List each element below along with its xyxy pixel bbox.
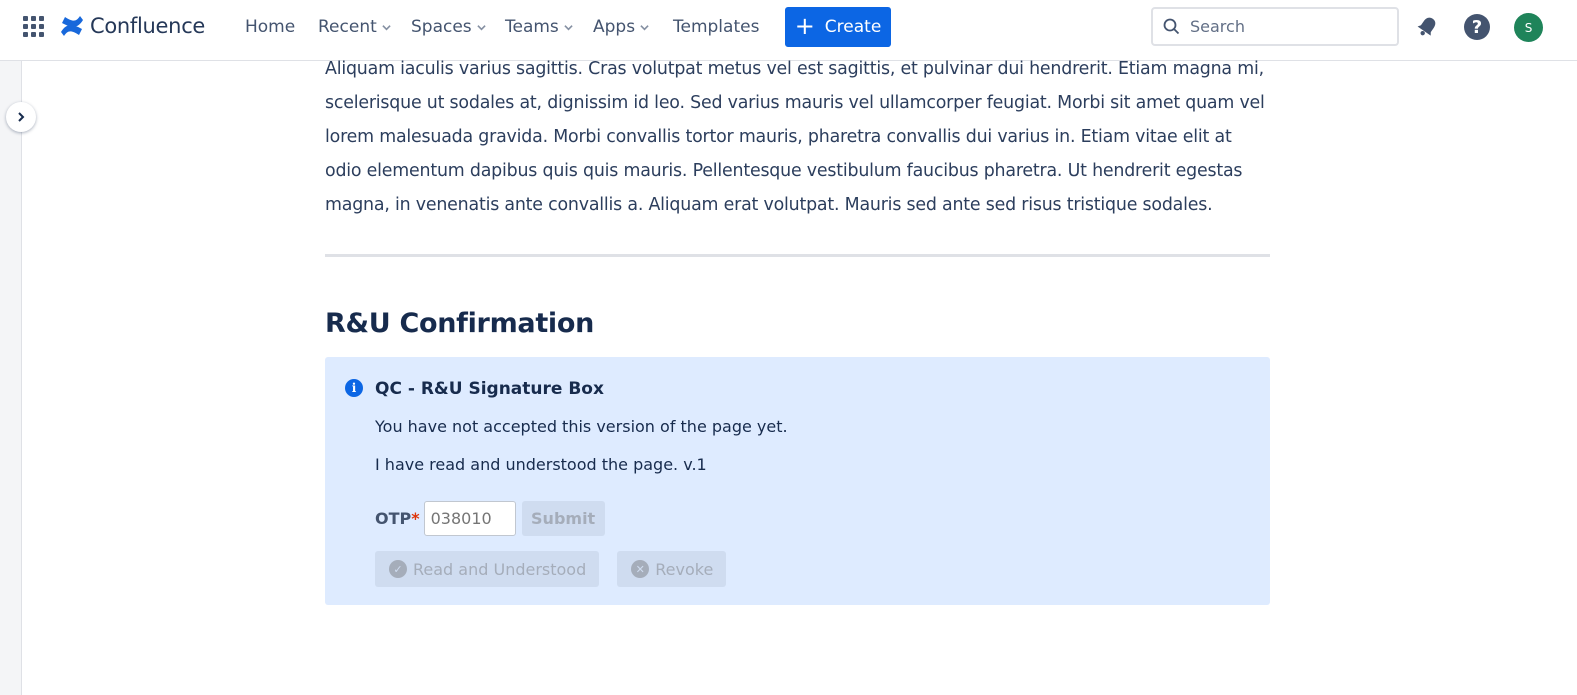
panel-title: QC - R&U Signature Box <box>375 379 604 399</box>
nav-templates-label: Templates <box>673 17 760 37</box>
confluence-logo-icon <box>61 16 83 36</box>
otp-label-text: OTP <box>375 509 412 528</box>
signature-info-panel: i QC - R&U Signature Box You have not ac… <box>325 357 1270 605</box>
help-icon[interactable]: ? <box>1464 14 1490 40</box>
nav-recent[interactable]: Recent <box>318 17 391 37</box>
app-switcher-icon[interactable] <box>23 16 44 37</box>
body-paragraph: Aliquam iaculis varius sagittis. Cras vo… <box>325 59 1265 215</box>
submit-button[interactable]: Submit <box>521 501 605 536</box>
otp-label: OTP* <box>375 509 420 528</box>
otp-row: OTP* Submit <box>375 501 605 536</box>
revoke-button[interactable]: ✕ Revoke <box>617 551 727 587</box>
confluence-logo[interactable]: Confluence <box>60 14 205 38</box>
cross-circle-icon: ✕ <box>631 560 650 578</box>
revoke-label: Revoke <box>655 559 714 579</box>
nav-home-label: Home <box>245 17 296 37</box>
search-box[interactable] <box>1151 7 1399 46</box>
info-icon: i <box>345 379 363 397</box>
nav-home[interactable]: Home <box>245 17 295 37</box>
read-and-understood-label: Read and Understood <box>413 559 587 579</box>
avatar-initial: S <box>1524 20 1533 35</box>
help-glyph: ? <box>1471 16 1483 38</box>
read-statement-text: I have read and understood the page. v.1 <box>375 455 707 474</box>
chevron-down-icon <box>476 24 486 30</box>
notifications-bell-icon[interactable] <box>1414 14 1440 40</box>
nav-templates[interactable]: Templates <box>673 17 759 37</box>
nav-apps-label: Apps <box>593 17 636 37</box>
chevron-down-icon <box>640 24 649 30</box>
horizontal-divider <box>325 254 1270 257</box>
nav-spaces[interactable]: Spaces <box>411 17 486 37</box>
create-button-label: Create <box>824 17 882 37</box>
search-input[interactable] <box>1190 17 1380 36</box>
check-circle-icon: ✓ <box>389 560 407 578</box>
page-content: Aliquam iaculis varius sagittis. Cras vo… <box>325 59 1270 605</box>
create-button[interactable]: + Create <box>785 7 891 47</box>
chevron-right-icon <box>18 112 25 122</box>
nav-recent-label: Recent <box>318 17 377 37</box>
expand-sidebar-button[interactable] <box>6 102 36 132</box>
required-mark: * <box>411 509 420 528</box>
read-and-understood-button[interactable]: ✓ Read and Understood <box>375 551 600 587</box>
avatar[interactable]: S <box>1514 13 1543 42</box>
nav-teams[interactable]: Teams <box>505 17 573 37</box>
chevron-down-icon <box>382 24 391 30</box>
otp-input[interactable] <box>423 501 516 536</box>
chevron-down-icon <box>564 24 573 30</box>
action-buttons: ✓ Read and Understood ✕ Revoke <box>375 551 727 587</box>
search-icon <box>1163 18 1180 35</box>
nav-spaces-label: Spaces <box>411 17 472 37</box>
section-heading: R&U Confirmation <box>325 308 595 339</box>
acceptance-status-text: You have not accepted this version of th… <box>375 417 788 436</box>
nav-teams-label: Teams <box>505 17 559 37</box>
plus-icon: + <box>794 12 815 40</box>
logo-text: Confluence <box>90 14 206 38</box>
nav-apps[interactable]: Apps <box>593 17 649 37</box>
sidebar-rail <box>0 61 22 695</box>
